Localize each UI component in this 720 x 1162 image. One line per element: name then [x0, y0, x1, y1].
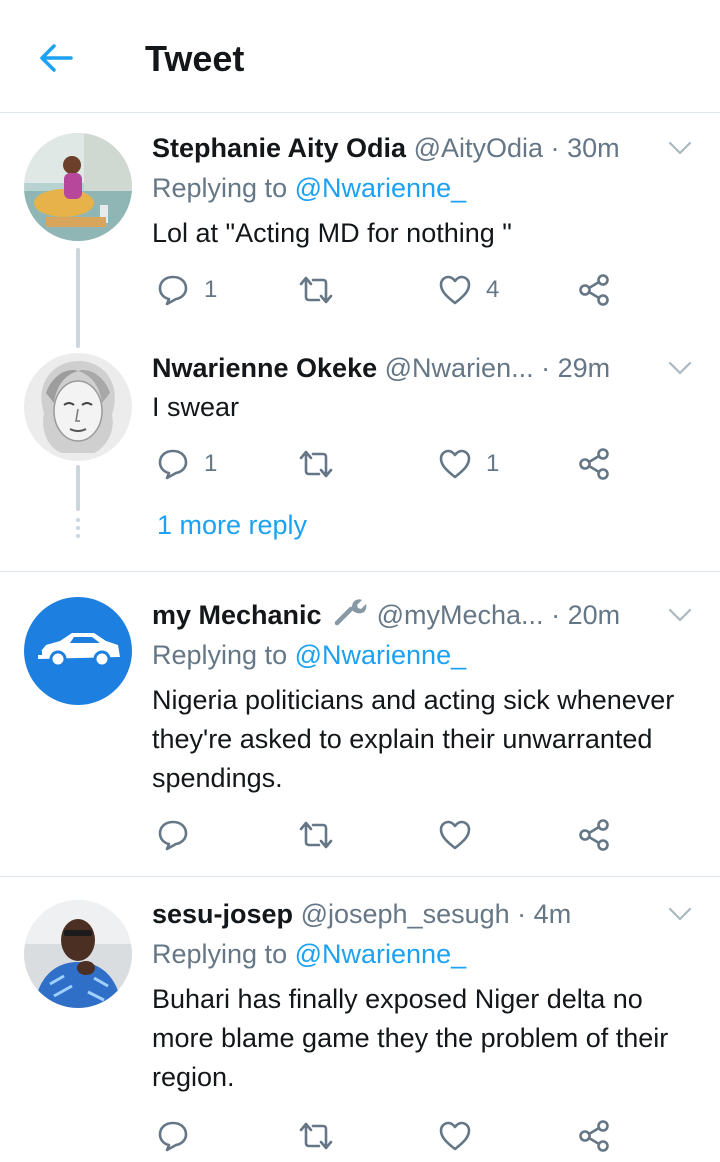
separator-dot: · — [551, 600, 561, 630]
like-button[interactable] — [438, 815, 486, 855]
timestamp[interactable]: 20m — [568, 600, 621, 630]
reply-count: 1 — [204, 450, 218, 477]
heart-icon — [439, 1121, 471, 1151]
tweet-header: my Mechanic @myMecha... · 20m — [152, 597, 654, 633]
user-handle[interactable]: @joseph_sesugh — [301, 899, 510, 929]
thread-ellipsis-dot — [76, 534, 80, 538]
back-button[interactable] — [34, 38, 78, 78]
replying-to: Replying to @Nwarienne_ — [152, 936, 466, 972]
reply-icon — [158, 1121, 188, 1152]
replying-to-mention[interactable]: @Nwarienne_ — [295, 173, 467, 203]
tweet-item[interactable]: sesu-josep @joseph_sesugh · 4m Replying … — [0, 896, 720, 1158]
reply-icon — [158, 449, 188, 480]
tweet-item[interactable]: my Mechanic @myMecha... · 20m Replying t… — [0, 597, 720, 857]
tweet-text: Buhari has finally exposed Niger delta n… — [152, 984, 669, 1092]
share-icon — [579, 819, 609, 851]
tweet-header: Nwarienne Okeke @Nwarien... · 29m — [152, 350, 654, 386]
divider — [0, 571, 720, 572]
divider — [0, 876, 720, 877]
avatar[interactable] — [24, 900, 132, 1008]
retweet-icon — [299, 821, 333, 849]
tweet-item[interactable]: Stephanie Aity Odia @AityOdia · 30m Repl… — [0, 130, 720, 310]
chevron-down-icon[interactable] — [666, 601, 694, 629]
replying-to-mention[interactable]: @Nwarienne_ — [295, 640, 467, 670]
separator-dot: · — [517, 899, 527, 929]
chevron-down-icon[interactable] — [666, 354, 694, 382]
timestamp[interactable]: 29m — [558, 353, 611, 383]
thread-ellipsis-dot — [76, 526, 80, 530]
replying-to-label: Replying to — [152, 173, 288, 203]
tweet-item[interactable]: Nwarienne Okeke @Nwarien... · 29m I swea… — [0, 350, 720, 490]
top-bar: Tweet — [0, 0, 720, 113]
tweet-text: I swear — [152, 392, 240, 422]
share-icon — [579, 1120, 609, 1152]
tweet-actions: 1 4 — [152, 270, 632, 310]
timestamp[interactable]: 4m — [534, 899, 572, 929]
user-handle[interactable]: @myMecha... — [377, 600, 544, 630]
reply-icon — [158, 820, 188, 851]
avatar[interactable] — [24, 133, 132, 241]
chevron-down-icon[interactable] — [666, 900, 694, 928]
tweet-actions — [152, 815, 632, 855]
tweet-header: Stephanie Aity Odia @AityOdia · 30m — [152, 130, 654, 166]
like-button[interactable]: 1 — [438, 444, 499, 484]
display-name[interactable]: Nwarienne Okeke — [152, 353, 377, 383]
retweet-button[interactable] — [298, 815, 348, 855]
share-button[interactable] — [578, 1116, 610, 1156]
like-button[interactable]: 4 — [438, 270, 499, 310]
separator-dot: · — [550, 133, 560, 163]
share-button[interactable] — [578, 444, 610, 484]
reply-button[interactable]: 1 — [156, 270, 217, 310]
arrow-left-icon — [40, 44, 73, 72]
share-button[interactable] — [578, 815, 610, 855]
retweet-icon — [299, 276, 333, 304]
user-handle[interactable]: @Nwarien... — [385, 353, 534, 383]
display-name[interactable]: my Mechanic — [152, 600, 322, 630]
retweet-button[interactable] — [298, 444, 348, 484]
more-replies-link[interactable]: 1 more reply — [157, 510, 307, 541]
share-icon — [579, 274, 609, 306]
share-button[interactable] — [578, 270, 610, 310]
chevron-down-icon[interactable] — [666, 134, 694, 162]
tweet-text: Nigeria politicians and acting sick when… — [152, 685, 675, 793]
wrench-icon — [331, 597, 367, 633]
retweet-icon — [299, 450, 333, 478]
avatar[interactable] — [24, 353, 132, 461]
share-icon — [579, 448, 609, 480]
heart-icon — [439, 449, 471, 479]
retweet-button[interactable] — [298, 270, 348, 310]
timestamp[interactable]: 30m — [567, 133, 620, 163]
like-count: 1 — [486, 450, 500, 477]
reply-button[interactable] — [156, 1116, 204, 1156]
replying-to: Replying to @Nwarienne_ — [152, 170, 466, 206]
replying-to-label: Replying to — [152, 640, 288, 670]
avatar[interactable] — [24, 597, 132, 705]
display-name[interactable]: sesu-josep — [152, 899, 293, 929]
page-title: Tweet — [145, 38, 245, 79]
reply-icon — [158, 275, 188, 306]
replying-to-mention[interactable]: @Nwarienne_ — [295, 939, 467, 969]
replying-to-label: Replying to — [152, 939, 288, 969]
reply-count: 1 — [204, 276, 218, 303]
like-count: 4 — [486, 276, 500, 303]
reply-button[interactable]: 1 — [156, 444, 217, 484]
retweet-icon — [299, 1122, 333, 1150]
retweet-button[interactable] — [298, 1116, 348, 1156]
tweet-actions — [152, 1116, 632, 1156]
reply-button[interactable] — [156, 815, 204, 855]
like-button[interactable] — [438, 1116, 486, 1156]
separator-dot: · — [541, 353, 551, 383]
thread-ellipsis-dot — [76, 518, 80, 522]
heart-icon — [439, 275, 471, 305]
tweet-actions: 1 1 — [152, 444, 632, 484]
tweet-header: sesu-josep @joseph_sesugh · 4m — [152, 896, 654, 932]
heart-icon — [439, 820, 471, 850]
tweet-text: Lol at "Acting MD for nothing " — [152, 218, 512, 248]
replying-to: Replying to @Nwarienne_ — [152, 637, 466, 673]
user-handle[interactable]: @AityOdia — [414, 133, 543, 163]
display-name[interactable]: Stephanie Aity Odia — [152, 133, 406, 163]
